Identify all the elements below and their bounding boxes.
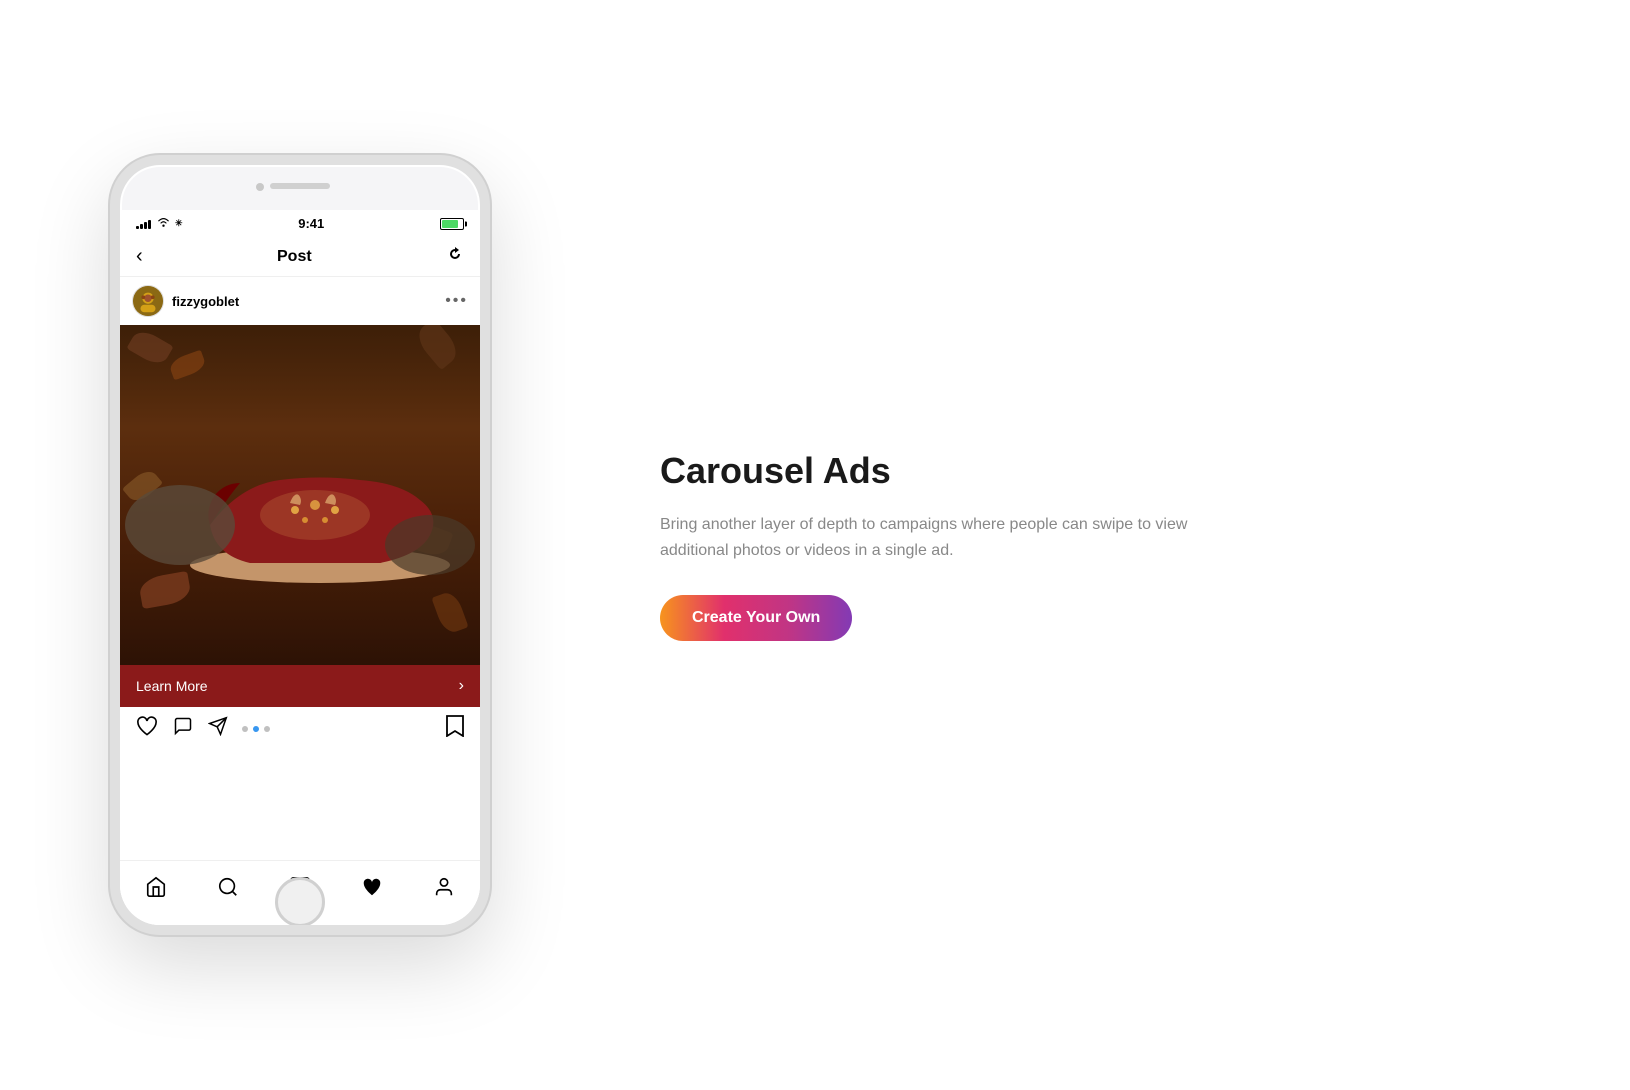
like-button[interactable] <box>136 716 158 742</box>
phone-section: ✳ 9:41 ‹ Post <box>0 0 600 1090</box>
username: fizzygoblet <box>172 294 239 309</box>
home-button[interactable] <box>275 877 325 927</box>
phone-speaker <box>270 183 330 189</box>
bookmark-button[interactable] <box>446 715 464 742</box>
dot-2 <box>253 726 259 732</box>
action-left <box>136 716 270 742</box>
wifi-icon <box>157 217 170 230</box>
settings-dot-icon: ✳ <box>175 218 183 229</box>
nav-profile-button[interactable] <box>422 869 466 905</box>
post-more-button[interactable]: ••• <box>445 292 468 310</box>
nav-search-button[interactable] <box>206 869 250 905</box>
signal-bar-4 <box>148 220 151 229</box>
comment-button[interactable] <box>172 716 194 742</box>
phone-camera <box>256 183 264 191</box>
learn-more-label: Learn More <box>136 678 208 694</box>
back-button[interactable]: ‹ <box>136 245 143 268</box>
avatar <box>132 285 164 317</box>
nav-home-button[interactable] <box>134 869 178 905</box>
post-image <box>120 325 480 665</box>
status-time: 9:41 <box>298 216 324 231</box>
phone-mockup: ✳ 9:41 ‹ Post <box>110 155 490 935</box>
status-bar: ✳ 9:41 <box>120 210 480 237</box>
post-header: fizzygoblet ••• <box>120 277 480 325</box>
dot-1 <box>242 726 248 732</box>
learn-more-arrow-icon: › <box>459 677 464 695</box>
action-bar <box>120 707 480 750</box>
learn-more-banner[interactable]: Learn More › <box>120 665 480 707</box>
battery-fill <box>442 220 458 228</box>
ad-title: Carousel Ads <box>660 449 1550 492</box>
nav-title: Post <box>277 248 312 266</box>
page-layout: ✳ 9:41 ‹ Post <box>0 0 1630 1090</box>
dot-3 <box>264 726 270 732</box>
nav-bar: ‹ Post <box>120 237 480 277</box>
signal-bar-1 <box>136 226 139 229</box>
shoe-svg <box>120 325 480 665</box>
refresh-button[interactable] <box>446 245 464 268</box>
signal-bar-2 <box>140 224 143 229</box>
ad-description: Bring another layer of depth to campaign… <box>660 512 1200 563</box>
nav-activity-button[interactable] <box>350 869 394 905</box>
cta-button[interactable]: Create Your Own <box>660 595 852 641</box>
share-button[interactable] <box>208 716 228 742</box>
carousel-dots <box>242 726 270 732</box>
status-right <box>440 218 464 230</box>
status-left: ✳ <box>136 217 183 230</box>
avatar-image <box>133 286 163 316</box>
signal-bar-3 <box>144 222 147 229</box>
signal-bars <box>136 219 151 229</box>
post-user: fizzygoblet <box>132 285 239 317</box>
battery-icon <box>440 218 464 230</box>
content-section: Carousel Ads Bring another layer of dept… <box>600 449 1630 641</box>
phone-screen: ✳ 9:41 ‹ Post <box>120 210 480 925</box>
